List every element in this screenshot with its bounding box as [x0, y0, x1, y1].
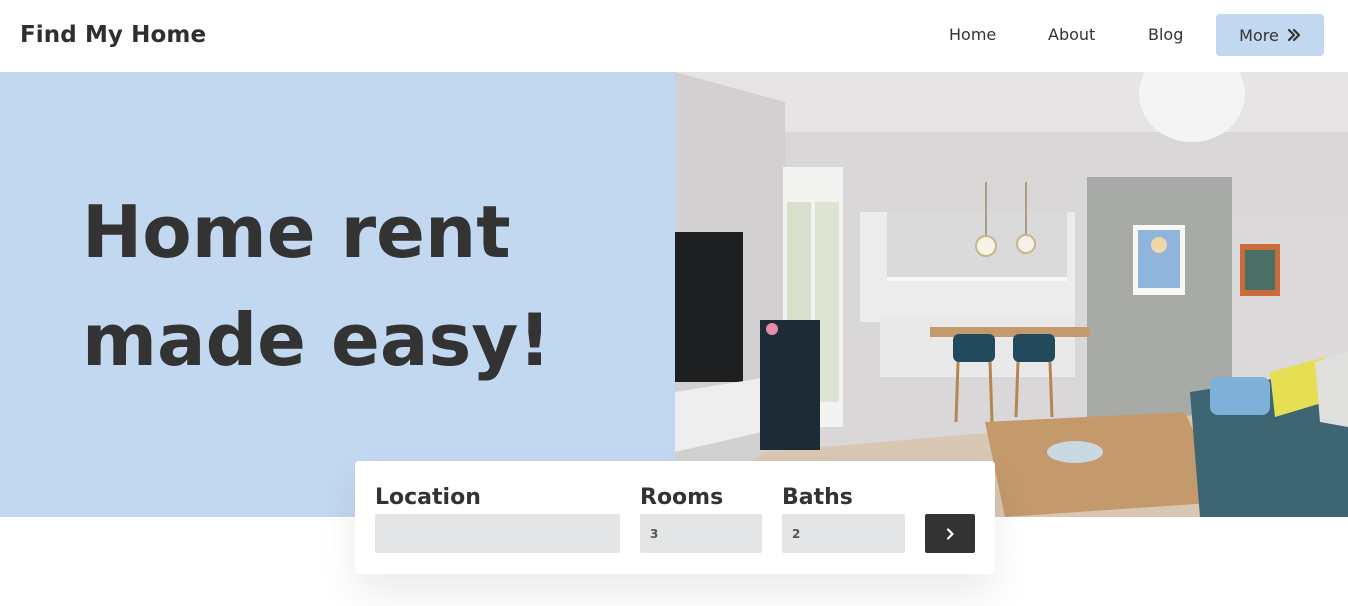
nav-link-blog[interactable]: Blog: [1148, 25, 1183, 44]
brand-logo[interactable]: Find My Home: [20, 22, 206, 48]
location-input[interactable]: [375, 514, 620, 553]
hero-headline-line-2: made easy!: [82, 298, 552, 382]
search-submit-button[interactable]: [925, 514, 975, 553]
more-button-label: More: [1239, 25, 1279, 45]
baths-label: Baths: [782, 485, 853, 510]
baths-input[interactable]: [782, 514, 905, 553]
hero-headline-line-1: Home rent: [82, 190, 511, 274]
search-form-card: Location Rooms Baths: [355, 461, 995, 574]
more-button[interactable]: More: [1216, 14, 1324, 56]
location-label: Location: [375, 485, 481, 510]
chevron-right-icon: [946, 527, 954, 540]
nav-link-about[interactable]: About: [1048, 25, 1095, 44]
double-chevron-right-icon: [1287, 28, 1300, 42]
hero-interior-photo: [675, 72, 1348, 517]
rooms-label: Rooms: [640, 485, 724, 510]
rooms-input[interactable]: [640, 514, 762, 553]
nav-link-home[interactable]: Home: [949, 25, 996, 44]
hero-panel: Home rent made easy!: [0, 72, 675, 517]
navbar: Find My Home Home About Blog More: [0, 0, 1348, 72]
hero-headline: Home rent made easy!: [82, 178, 551, 394]
